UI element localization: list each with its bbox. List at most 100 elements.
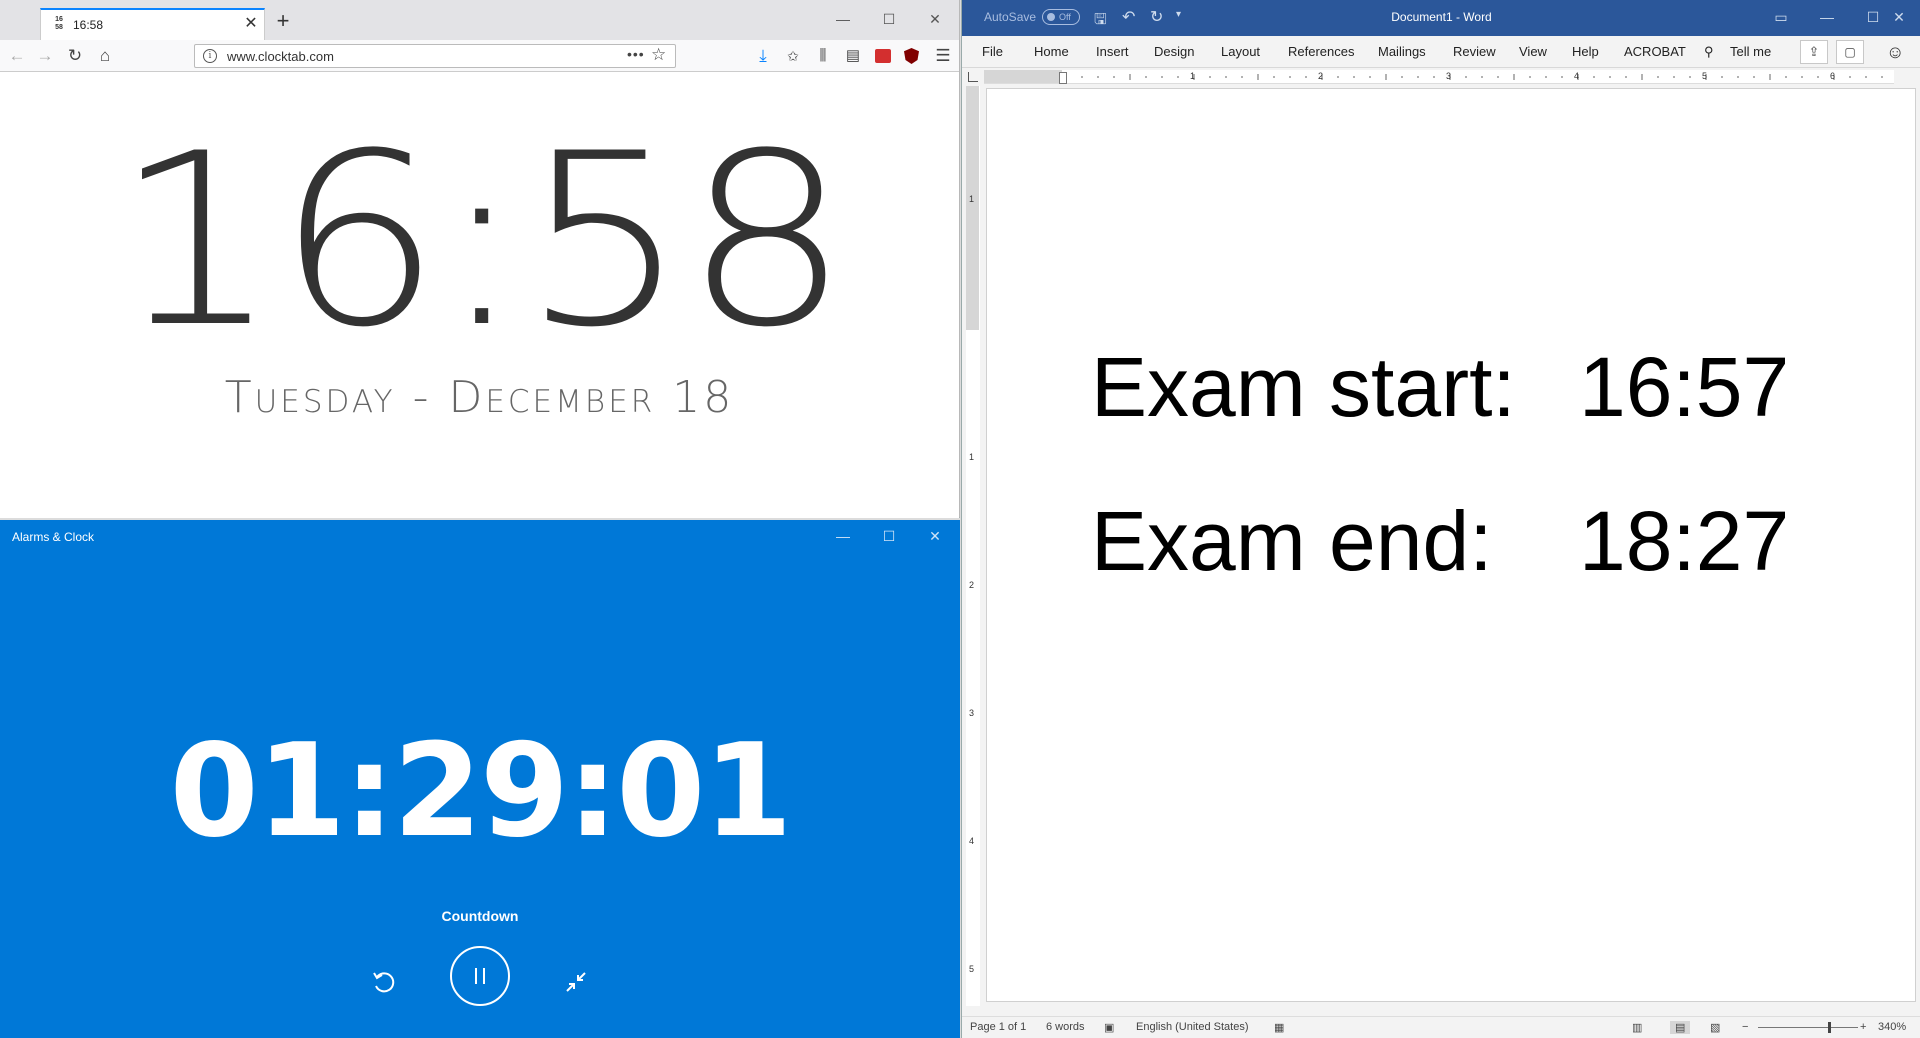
ruler-number: 5 — [969, 964, 975, 974]
page-count[interactable]: Page 1 of 1 — [970, 1021, 1026, 1033]
exam-end-label: Exam end: — [1091, 494, 1493, 588]
new-tab-button[interactable]: + — [272, 10, 294, 33]
search-icon[interactable]: ⚲ — [1704, 44, 1714, 60]
print-layout-icon[interactable]: ▤ — [1670, 1021, 1691, 1034]
tab-home[interactable]: Home — [1034, 44, 1069, 59]
word-window: AutoSave Off 🖫 ↶ ↻ ▾ Document1 - Word ▭ … — [961, 0, 1920, 1038]
library-icon[interactable]: ⫼ — [810, 44, 836, 68]
download-icon[interactable]: ⤓ — [750, 44, 776, 68]
ruler-number: 6 — [1830, 71, 1836, 81]
web-layout-icon[interactable]: ▧ — [1710, 1021, 1720, 1034]
proofing-icon[interactable]: ▣ — [1104, 1021, 1114, 1034]
tab-title: 16:58 — [73, 18, 104, 32]
word-title-bar: AutoSave Off 🖫 ↶ ↻ ▾ Document1 - Word ▭ … — [962, 0, 1920, 36]
comments-button[interactable]: ▢ — [1836, 40, 1864, 64]
tab-bar: 16 58 16:58 ✕ + — ☐ ✕ — [0, 0, 959, 40]
window-title: Alarms & Clock — [12, 530, 95, 544]
close-tab-icon[interactable]: ✕ — [242, 15, 260, 33]
ruler-number: 2 — [1318, 71, 1324, 81]
back-arrow-icon[interactable]: ← — [4, 44, 30, 68]
reading-list-icon[interactable]: ✩ — [780, 44, 806, 68]
countdown-label: Countdown — [441, 908, 519, 924]
pause-icon — [475, 968, 485, 984]
ruler-number: 3 — [969, 708, 975, 718]
maximize-icon[interactable]: ☐ — [866, 520, 912, 552]
ruler-number: 1 — [969, 194, 975, 204]
web-page-content: 16:58 Tuesday - December 18 — [0, 72, 959, 518]
tab-view[interactable]: View — [1519, 44, 1547, 59]
zoom-level[interactable]: 340% — [1878, 1021, 1906, 1033]
indent-marker-icon[interactable] — [1059, 72, 1067, 84]
zoom-out-icon[interactable]: − — [1742, 1021, 1748, 1033]
ruler-margin — [966, 86, 979, 330]
minimize-icon[interactable]: — — [820, 0, 866, 40]
status-bar: Page 1 of 1 6 words ▣ English (United St… — [962, 1016, 1920, 1038]
tab-file[interactable]: File — [982, 44, 1003, 59]
pause-button[interactable] — [450, 946, 510, 1006]
page-actions-icon[interactable]: ••• — [627, 46, 645, 62]
tab-references[interactable]: References — [1288, 44, 1354, 59]
url-text: www.clocktab.com — [227, 49, 334, 64]
firefox-window: 16 58 16:58 ✕ + — ☐ ✕ ← → ↻ ⌂ i www.cloc… — [0, 0, 960, 518]
ruler-number: 2 — [969, 580, 975, 590]
browser-tab[interactable]: 16 58 16:58 ✕ — [40, 8, 265, 40]
alarms-clock-window: Alarms & Clock — ☐ ✕ 01:29:01 Countdown — [0, 520, 960, 1038]
countdown-time: 01:29:01 — [169, 717, 793, 866]
menu-hamburger-icon[interactable]: ☰ — [930, 44, 956, 68]
ribbon-display-icon[interactable]: ▭ — [1758, 0, 1804, 36]
exam-start-label: Exam start: — [1091, 340, 1516, 434]
word-count[interactable]: 6 words — [1046, 1021, 1085, 1033]
ruler-number: 4 — [1574, 71, 1580, 81]
language-indicator[interactable]: English (United States) — [1136, 1021, 1249, 1033]
ruler-number: 4 — [969, 836, 975, 846]
clock-time-display: 16:58 — [113, 103, 850, 380]
maximize-icon[interactable]: ☐ — [866, 0, 912, 40]
close-window-icon[interactable]: ✕ — [912, 0, 958, 40]
clock-favicon-icon: 16 58 — [55, 16, 63, 31]
home-icon[interactable]: ⌂ — [92, 44, 118, 68]
zoom-in-icon[interactable]: + — [1860, 1021, 1866, 1033]
tell-me-input[interactable]: Tell me — [1730, 44, 1771, 59]
ruler-number: 5 — [1702, 71, 1708, 81]
ruler-number: 1 — [969, 452, 975, 462]
close-window-icon[interactable]: ✕ — [1876, 0, 1920, 36]
close-window-icon[interactable]: ✕ — [912, 520, 958, 552]
url-bar[interactable]: i www.clocktab.com ••• ☆ — [194, 44, 676, 68]
zoom-slider[interactable] — [1758, 1027, 1858, 1028]
tab-acrobat[interactable]: ACROBAT — [1624, 44, 1686, 59]
minimize-icon[interactable]: — — [1804, 0, 1850, 36]
tab-layout[interactable]: Layout — [1221, 44, 1260, 59]
tab-design[interactable]: Design — [1154, 44, 1194, 59]
clock-date-display: Tuesday - December 18 — [224, 372, 735, 423]
compact-overlay-icon[interactable] — [558, 964, 594, 1000]
ublock-shield-icon[interactable] — [904, 48, 919, 64]
reset-icon[interactable] — [366, 964, 402, 1000]
tab-insert[interactable]: Insert — [1096, 44, 1129, 59]
share-button[interactable]: ⇪ — [1800, 40, 1828, 64]
reload-icon[interactable]: ↻ — [62, 44, 88, 68]
exam-end-time: 18:27 — [1579, 494, 1790, 588]
ribbon-tabs: File Home Insert Design Layout Reference… — [962, 36, 1920, 68]
exam-start-time: 16:57 — [1579, 340, 1790, 434]
tab-review[interactable]: Review — [1453, 44, 1496, 59]
sidebar-icon[interactable]: ▤ — [840, 44, 866, 68]
tab-mailings[interactable]: Mailings — [1378, 44, 1426, 59]
document-page[interactable]: Exam start: 16:57 Exam end: 18:27 — [986, 88, 1916, 1002]
forward-arrow-icon[interactable]: → — [32, 44, 58, 68]
ruler-number: 1 — [1190, 71, 1196, 81]
minimize-icon[interactable]: — — [820, 520, 866, 552]
bookmark-star-icon[interactable]: ☆ — [651, 45, 666, 65]
site-info-icon[interactable]: i — [203, 49, 217, 63]
zoom-slider-thumb[interactable] — [1828, 1022, 1831, 1033]
accessibility-icon[interactable]: ▦ — [1274, 1021, 1284, 1034]
horizontal-ruler[interactable]: 1 2 3 4 5 6 — [984, 70, 1894, 84]
ruler-ticks — [1065, 74, 1883, 80]
tab-help[interactable]: Help — [1572, 44, 1599, 59]
tab-selector-icon[interactable] — [968, 72, 978, 82]
ruler-number: 3 — [1446, 71, 1452, 81]
vertical-ruler[interactable]: 1 1 2 3 4 5 — [966, 86, 980, 1006]
extension-red-icon[interactable] — [875, 49, 891, 63]
feedback-smiley-icon[interactable]: ☺ — [1886, 42, 1904, 63]
read-mode-icon[interactable]: ▥ — [1632, 1021, 1642, 1034]
navigation-toolbar: ← → ↻ ⌂ i www.clocktab.com ••• ☆ ⤓ ✩ ⫼ ▤… — [0, 40, 959, 72]
